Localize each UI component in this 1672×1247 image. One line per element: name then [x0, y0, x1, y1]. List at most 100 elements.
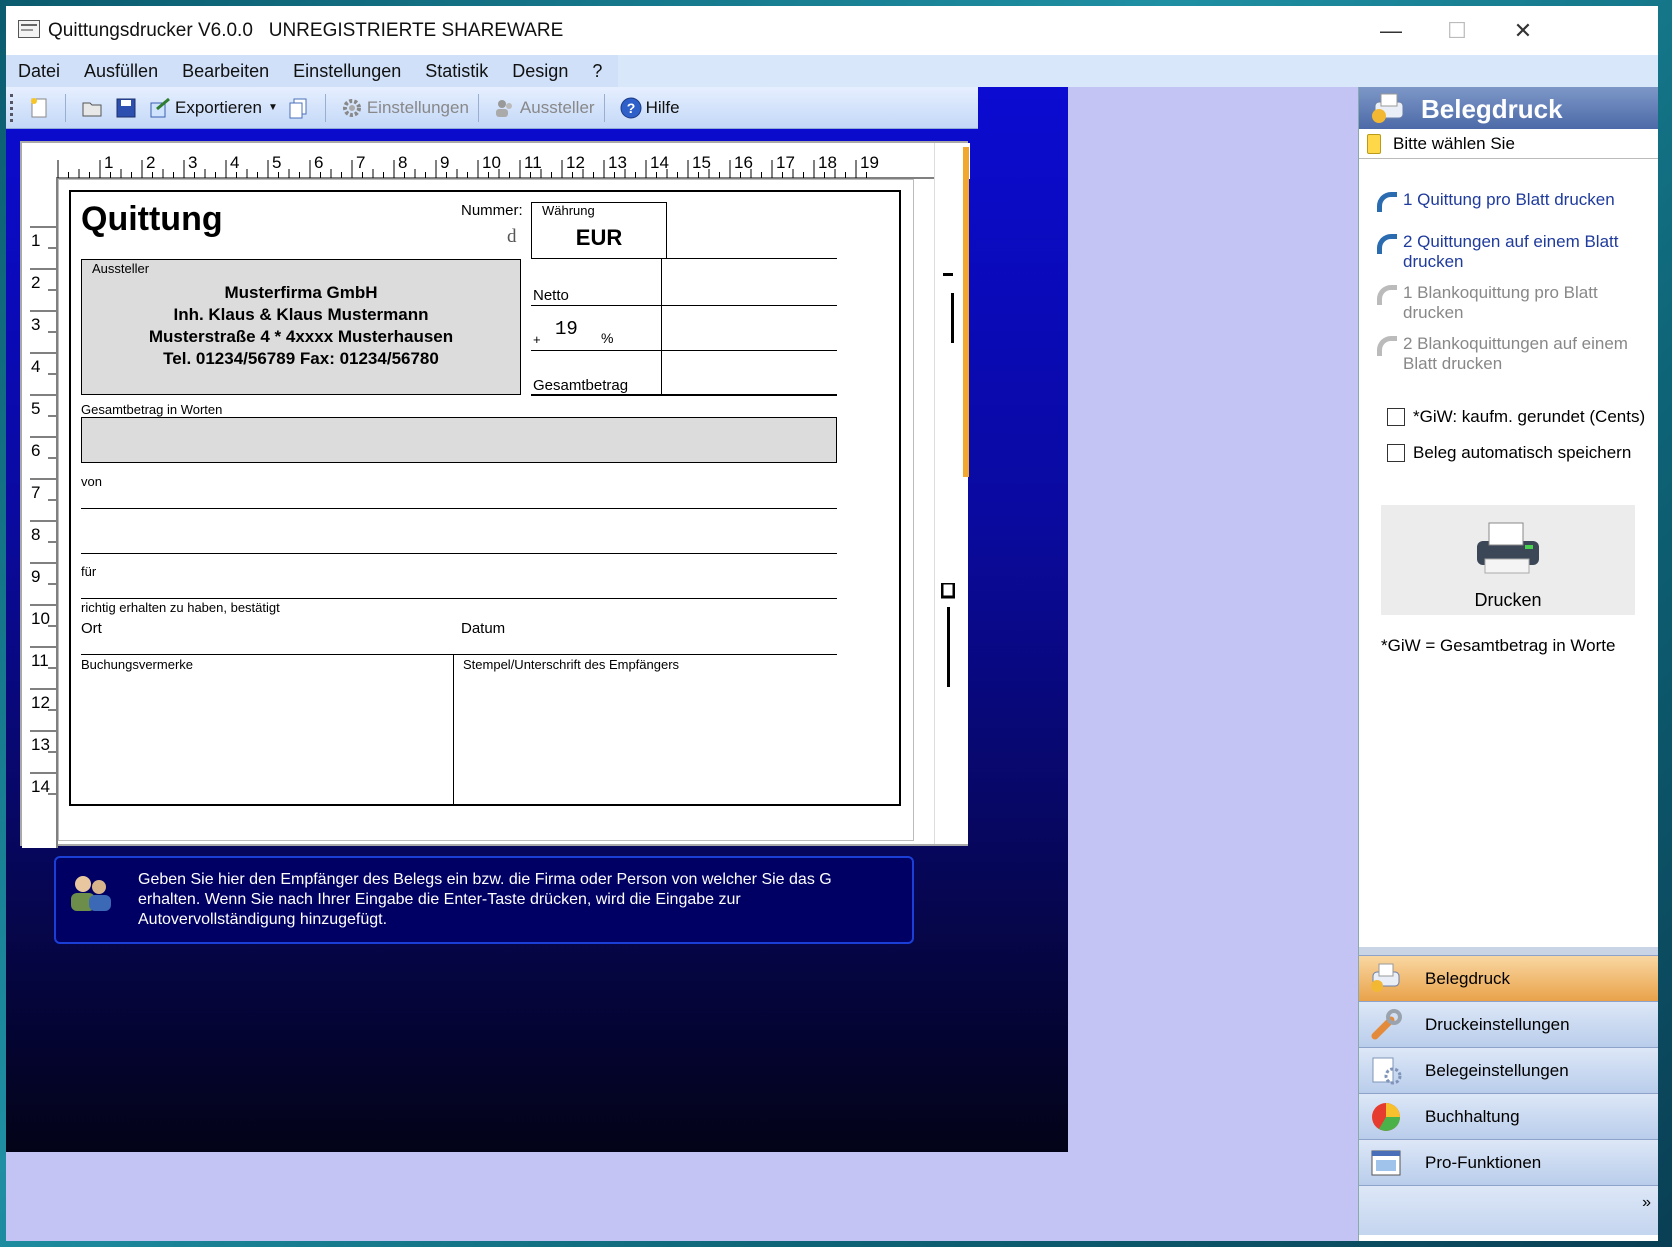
scroll-thumb[interactable]: [963, 147, 969, 477]
arrow-icon: [1377, 336, 1397, 356]
hint-text: Geben Sie hier den Empfänger des Belegs …: [138, 871, 832, 928]
menu-design[interactable]: Design: [500, 61, 580, 82]
ruler-top-label: 7: [356, 153, 365, 172]
pie-chart-icon: [1369, 1100, 1403, 1134]
toolbar-grip[interactable]: [10, 93, 14, 122]
menu-help[interactable]: ?: [580, 61, 614, 82]
stamp-label: Stempel/Unterschrift des Empfängers: [463, 657, 680, 672]
copy-icon[interactable]: [288, 97, 310, 119]
ruler-left-label: 14: [31, 777, 50, 796]
save-disk-icon[interactable]: [115, 97, 137, 119]
number-field[interactable]: d: [507, 226, 517, 248]
svg-text:?: ?: [626, 100, 635, 116]
print-2-receipts-link[interactable]: 2 Quittungen auf einem Blatt drucken: [1377, 232, 1647, 272]
print-1-receipt-link[interactable]: 1 Quittung pro Blatt drucken: [1377, 190, 1647, 212]
checkbox-icon: [1387, 444, 1405, 462]
print-receipt-icon: [1369, 962, 1403, 996]
menu-datei[interactable]: Datei: [6, 61, 72, 82]
print-2-blank-link[interactable]: 2 Blankoquittungen auf einem Blatt druck…: [1377, 334, 1647, 374]
nav-belegeinstellungen[interactable]: Belegeinstellungen: [1359, 1047, 1658, 1093]
menu-einstellungen[interactable]: Einstellungen: [281, 61, 413, 82]
ruler-left-label: 6: [31, 441, 40, 460]
for-label: für: [81, 564, 97, 579]
ruler-top-label: 18: [818, 153, 837, 172]
checkbox-icon: [1387, 408, 1405, 426]
nav-buchhaltung[interactable]: Buchhaltung: [1359, 1093, 1658, 1139]
arrow-icon: [1377, 234, 1397, 254]
export-button[interactable]: Exportieren ▼: [143, 97, 278, 119]
issuer-label: Aussteller: [519, 97, 595, 117]
from-label: von: [81, 474, 102, 489]
toolbar: Exportieren ▼ Einstellungen Aussteller ?…: [6, 87, 978, 129]
open-folder-icon[interactable]: [81, 97, 103, 119]
tax-prefix: +: [533, 332, 541, 347]
currency-box[interactable]: Währung EUR: [531, 202, 667, 259]
settings-button[interactable]: Einstellungen: [335, 97, 469, 119]
menu-statistik[interactable]: Statistik: [413, 61, 500, 82]
print-button[interactable]: Drucken: [1381, 505, 1635, 615]
selection-prompt-text: Bitte wählen Sie: [1393, 134, 1515, 153]
from-field[interactable]: [81, 508, 837, 509]
from-field-line2[interactable]: [81, 553, 837, 554]
ruler-left-label: 7: [31, 483, 40, 502]
splitter-handle[interactable]: [1359, 947, 1658, 955]
ruler-left-label: 13: [31, 735, 50, 754]
auto-save-checkbox[interactable]: Beleg automatisch speichern: [1387, 443, 1631, 463]
vertical-scrollbar[interactable]: [934, 143, 969, 844]
ruler-top-label: 19: [860, 153, 879, 172]
giw-rounding-checkbox[interactable]: *GiW: kaufm. gerundet (Cents): [1387, 407, 1645, 427]
ruler-top-label: 2: [146, 153, 155, 172]
place-date-field[interactable]: [81, 654, 837, 655]
ruler-left-label: 4: [31, 357, 40, 376]
ruler-left-label: 9: [31, 567, 40, 586]
users-icon: [494, 97, 516, 119]
menu-bearbeiten[interactable]: Bearbeiten: [170, 61, 281, 82]
printer-icon: [1477, 522, 1539, 574]
side-panel-header: Belegdruck: [1359, 87, 1658, 129]
dropdown-arrow-icon: ▼: [267, 102, 278, 113]
minimize-button[interactable]: —: [1358, 6, 1424, 55]
ruler-top-label: 13: [608, 153, 627, 172]
issuer-button[interactable]: Aussteller: [488, 97, 595, 119]
ruler-top-label: 1: [104, 153, 113, 172]
receipt-form: Quittung Nummer: d Währung EUR Ausstelle…: [69, 190, 901, 806]
currency-label: Währung: [542, 203, 595, 218]
menu-bar: Datei Ausfüllen Bearbeiten Einstellungen…: [6, 55, 1658, 87]
confirm-label: richtig erhalten zu haben, bestätigt: [81, 600, 280, 615]
window-title: Quittungsdrucker V6.0.0 UNREGISTRIERTE S…: [48, 20, 564, 41]
issuer-line-company: Musterfirma GmbH: [224, 283, 378, 302]
menu-ausfuellen[interactable]: Ausfüllen: [72, 61, 170, 82]
ruler-top-label: 10: [482, 153, 501, 172]
ruler-top-label: 6: [314, 153, 323, 172]
receipt-title: Quittung: [81, 200, 223, 238]
maximize-button[interactable]: ☐: [1424, 6, 1490, 55]
ruler-top-label: 5: [272, 153, 281, 172]
amount-in-words-field[interactable]: [81, 417, 837, 463]
nav-footer: »: [1359, 1185, 1658, 1235]
vertical-text-artifact-icon-2: [941, 583, 955, 687]
ruler-top-label: 8: [398, 153, 407, 172]
ruler-left-label: 3: [31, 315, 40, 334]
nav-belegdruck[interactable]: Belegdruck: [1359, 955, 1658, 1001]
ruler-top: 1 2 3 4 5 6 7 8 9 10 11 12 13 14 15 16 17 18 19: [22, 143, 970, 179]
help-button[interactable]: ? Hilfe: [614, 97, 680, 119]
ruler-top-label: 9: [440, 153, 449, 172]
receipt-preview: 1 2 3 4 5 6 7 8 9 10 11 12 13 14 15 16 17 18 19 1234567891…: [20, 141, 970, 848]
print-receipt-icon: [1372, 93, 1404, 123]
wrench-icon: [1369, 1008, 1403, 1042]
title-bar: Quittungsdrucker V6.0.0 UNREGISTRIERTE S…: [6, 6, 1658, 55]
for-field[interactable]: [81, 598, 837, 599]
tax-rate-field[interactable]: 19: [555, 318, 578, 340]
tax-percent: %: [601, 330, 614, 346]
new-document-icon[interactable]: [28, 97, 50, 119]
number-label: Nummer:: [461, 202, 523, 219]
ruler-top-label: 17: [776, 153, 795, 172]
issuer-box[interactable]: Aussteller Musterfirma GmbH Inh. Klaus &…: [81, 259, 521, 395]
expand-icon[interactable]: »: [1642, 1194, 1651, 1212]
nav-pro-funktionen[interactable]: Pro-Funktionen: [1359, 1139, 1658, 1185]
nav-druckeinstellungen[interactable]: Druckeinstellungen: [1359, 1001, 1658, 1047]
close-button[interactable]: ✕: [1490, 6, 1556, 55]
print-1-blank-link[interactable]: 1 Blankoquittung pro Blatt drucken: [1377, 283, 1647, 323]
words-label: Gesamtbetrag in Worten: [81, 402, 223, 417]
selection-prompt: Bitte wählen Sie: [1359, 129, 1658, 159]
